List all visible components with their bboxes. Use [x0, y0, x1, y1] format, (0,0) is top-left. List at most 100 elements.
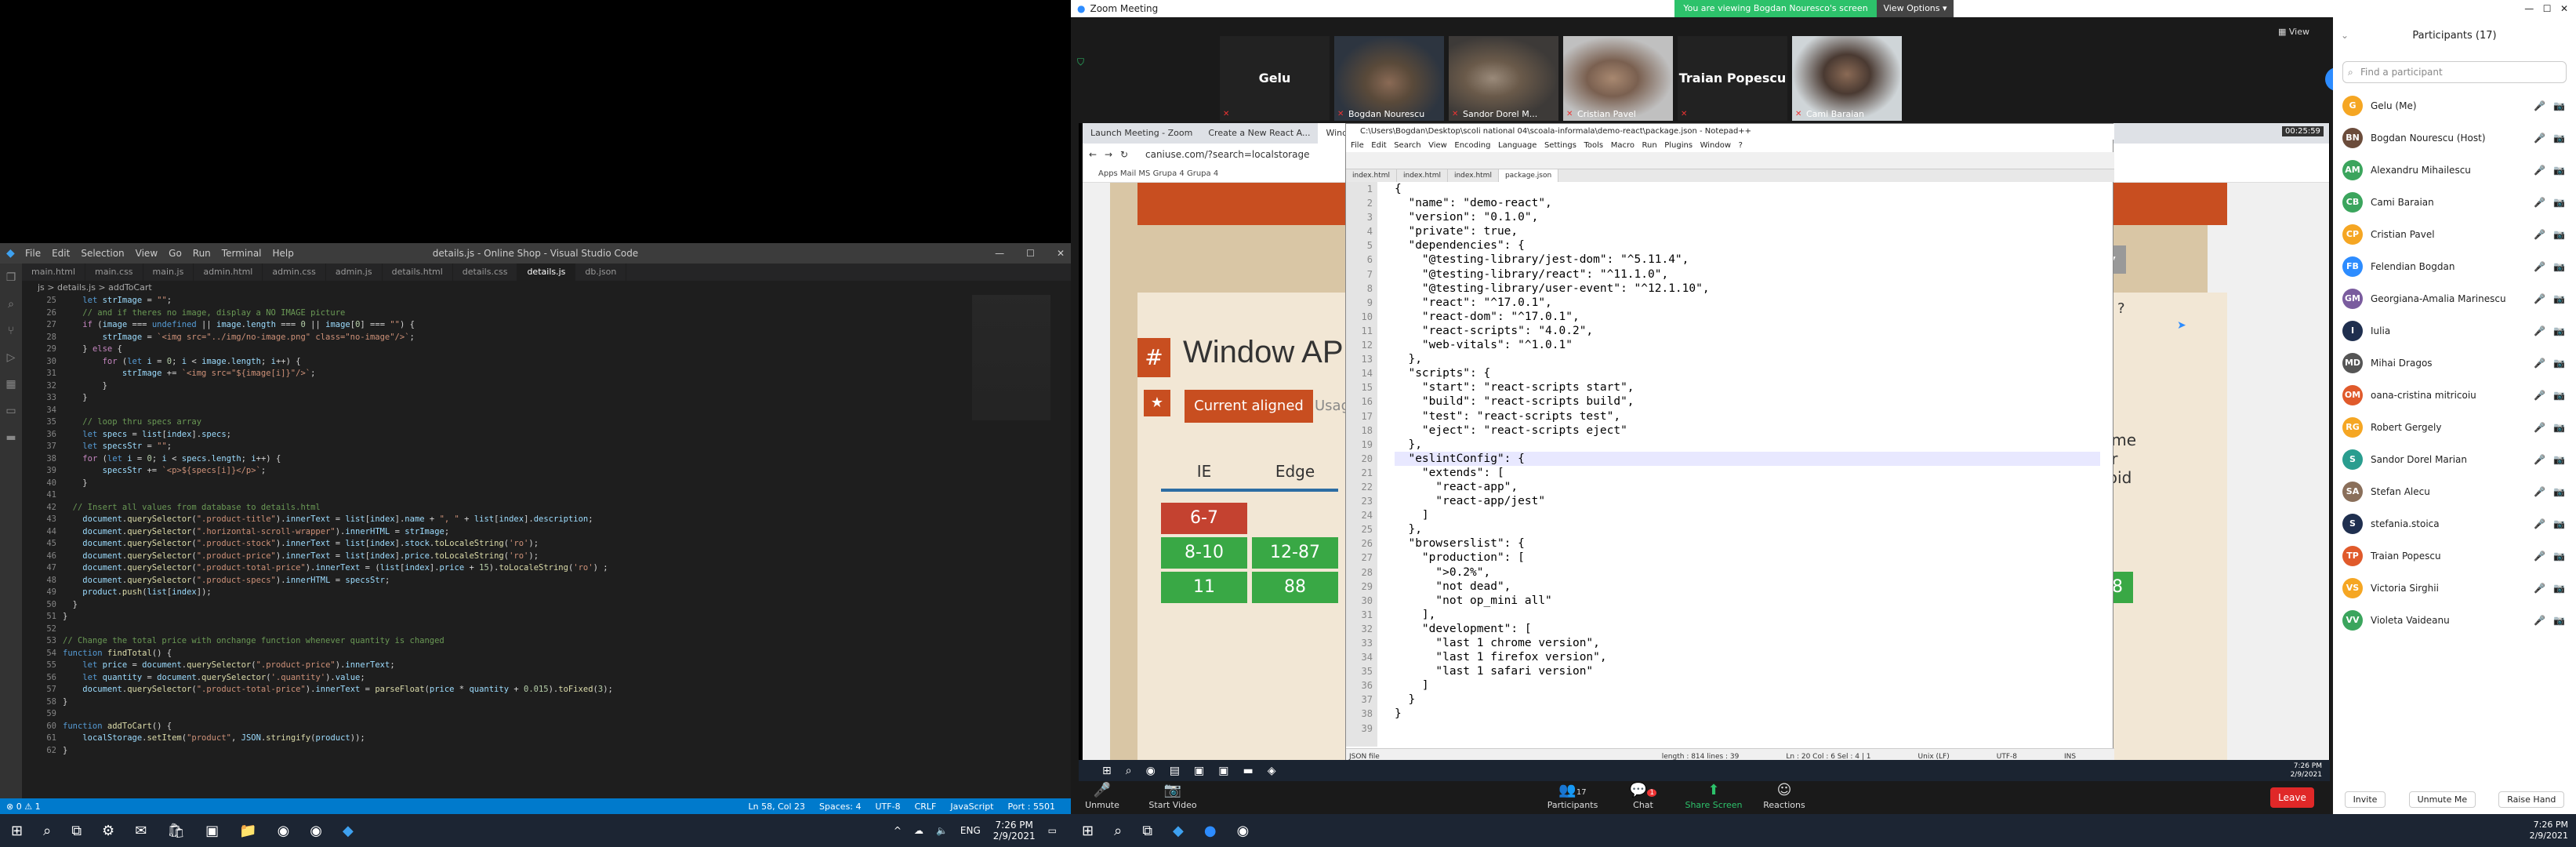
- cursor-position[interactable]: Ln 58, Col 23: [748, 802, 805, 812]
- thumbnail-gelu[interactable]: Gelu ✕: [1220, 36, 1330, 121]
- menu-go[interactable]: Go: [169, 248, 182, 259]
- chrome-icon-2[interactable]: ◉: [310, 823, 322, 839]
- menu-run[interactable]: Run: [1642, 141, 1657, 150]
- menu-file[interactable]: File: [25, 248, 41, 259]
- raise-hand-button[interactable]: Raise Hand: [2498, 791, 2565, 808]
- menu-help[interactable]: ?: [1739, 141, 1743, 150]
- participant-row[interactable]: BN Bogdan Nourescu (Host) 🎤 📷: [2333, 122, 2576, 154]
- explorer-icon[interactable]: ❐: [6, 271, 16, 284]
- menu-terminal[interactable]: Terminal: [222, 248, 262, 259]
- extensions-icon[interactable]: ▦: [5, 378, 16, 391]
- clock-date[interactable]: 2/9/2021: [993, 831, 1036, 842]
- participants-button[interactable]: 👥17 Participants: [1541, 781, 1604, 810]
- problems-status[interactable]: ⊗ 0 ⚠ 1: [6, 802, 41, 812]
- nav-forward-icon[interactable]: →: [1105, 144, 1112, 165]
- menu-view[interactable]: View: [1428, 141, 1447, 150]
- share-screen-button[interactable]: ⬆ Share Screen: [1682, 781, 1745, 810]
- file-tab[interactable]: index.html: [1448, 169, 1499, 182]
- start-video-button[interactable]: 📷 Start Video: [1141, 781, 1204, 810]
- support-cell-ie[interactable]: 11: [1161, 572, 1247, 603]
- thumbnail-cami[interactable]: ✕ Cami Baraian: [1792, 36, 1902, 121]
- tab-details-html[interactable]: details.html: [383, 264, 453, 281]
- thumbnail-bogdan[interactable]: ✕ Bogdan Nourescu: [1334, 36, 1444, 121]
- menu-edit[interactable]: Edit: [1371, 141, 1386, 150]
- reload-icon[interactable]: ↻: [1120, 144, 1128, 165]
- menu-search[interactable]: Search: [1394, 141, 1420, 150]
- chrome-tab[interactable]: Create a New React A...: [1200, 123, 1318, 144]
- participant-row[interactable]: CP Cristian Pavel 🎤 📷: [2333, 218, 2576, 250]
- indentation-status[interactable]: Spaces: 4: [819, 802, 861, 812]
- participant-row[interactable]: AM Alexandru Mihailescu 🎤 📷: [2333, 154, 2576, 186]
- view-button[interactable]: ▦ View: [2278, 27, 2309, 37]
- folder-icon[interactable]: ▬: [5, 431, 16, 444]
- menu-file[interactable]: File: [1351, 141, 1364, 150]
- tab-admin-js[interactable]: admin.js: [326, 264, 383, 281]
- source-control-icon[interactable]: ⑂: [8, 325, 14, 337]
- leave-button[interactable]: Leave: [2270, 787, 2314, 808]
- tab-main-css[interactable]: main.css: [85, 264, 143, 281]
- chrome-tab[interactable]: Launch Meeting - Zoom: [1083, 123, 1200, 144]
- minimize-icon[interactable]: —: [995, 248, 1004, 259]
- taskbar-search-icon[interactable]: ⌕: [43, 823, 51, 839]
- menu-help[interactable]: Help: [273, 248, 294, 259]
- right-clock-time[interactable]: 7:26 PM: [2530, 820, 2568, 831]
- remote-icon[interactable]: ▭: [5, 405, 16, 417]
- unmute-me-button[interactable]: Unmute Me: [2408, 791, 2476, 808]
- participant-row[interactable]: VV Violeta Vaideanu 🎤 📷: [2333, 604, 2576, 636]
- right-clock-date[interactable]: 2/9/2021: [2530, 831, 2568, 842]
- menu-view[interactable]: View: [136, 248, 158, 259]
- eol-status[interactable]: CRLF: [915, 802, 937, 812]
- reactions-button[interactable]: ☺ Reactions: [1753, 781, 1816, 810]
- vscode-icon[interactable]: ◆: [343, 823, 354, 839]
- clock-time[interactable]: 7:26 PM: [993, 820, 1036, 831]
- minimap[interactable]: [972, 295, 1050, 420]
- menu-encoding[interactable]: Encoding: [1454, 141, 1490, 150]
- keyboard-lang[interactable]: ENG: [960, 825, 981, 836]
- zoom-taskbar-icon[interactable]: ●: [1204, 823, 1217, 839]
- office-icon[interactable]: ▣: [205, 823, 219, 839]
- menu-selection[interactable]: Selection: [81, 248, 124, 259]
- menu-settings[interactable]: Settings: [1544, 141, 1576, 150]
- chat-button[interactable]: 💬 1 Chat: [1612, 781, 1674, 810]
- file-tab[interactable]: index.html: [1397, 169, 1448, 182]
- menu-run[interactable]: Run: [193, 248, 211, 259]
- menu-edit[interactable]: Edit: [52, 248, 70, 259]
- support-cell-ie[interactable]: 6-7: [1161, 503, 1247, 534]
- tab-admin-css[interactable]: admin.css: [263, 264, 326, 281]
- run-debug-icon[interactable]: ▷: [7, 351, 16, 364]
- cloud-icon[interactable]: ☁: [914, 825, 923, 836]
- thumbnail-cristian[interactable]: ✕ Cristian Pavel: [1563, 36, 1673, 121]
- tray-up-icon[interactable]: ^: [894, 825, 902, 836]
- participant-row[interactable]: GM Georgiana-Amalia Marinescu 🎤 📷: [2333, 282, 2576, 314]
- support-cell-edge[interactable]: 12-87: [1252, 537, 1338, 569]
- encoding-status[interactable]: UTF-8: [876, 802, 901, 812]
- help-question[interactable]: ?: [2117, 300, 2125, 317]
- store-icon[interactable]: 🛍: [167, 823, 185, 839]
- participant-row[interactable]: VS Victoria Sirghii 🎤 📷: [2333, 572, 2576, 604]
- tab-details-js[interactable]: details.js: [517, 264, 576, 281]
- participant-row[interactable]: OM oana-cristina mitricoiu 🎤 📷: [2333, 379, 2576, 411]
- menu-plugins[interactable]: Plugins: [1664, 141, 1693, 150]
- tab-db-json[interactable]: db.json: [575, 264, 627, 281]
- search-icon[interactable]: ⌕: [8, 298, 14, 311]
- participant-row[interactable]: CB Cami Baraian 🎤 📷: [2333, 186, 2576, 218]
- tab-main-html[interactable]: main.html: [22, 264, 86, 281]
- tab-main-js[interactable]: main.js: [143, 264, 194, 281]
- menu-window[interactable]: Window: [1700, 141, 1731, 150]
- windows-start-icon[interactable]: ⊞: [11, 823, 23, 839]
- participant-row[interactable]: RG Robert Gergely 🎤 📷: [2333, 411, 2576, 443]
- explorer-icon[interactable]: 📁: [239, 823, 256, 839]
- close-icon[interactable]: ✕: [1057, 248, 1065, 259]
- file-tab[interactable]: index.html: [1346, 169, 1397, 182]
- settings-icon[interactable]: ⚙: [102, 823, 114, 839]
- participant-row[interactable]: S Sandor Dorel Marian 🎤 📷: [2333, 443, 2576, 475]
- support-cell-ie[interactable]: 8-10: [1161, 537, 1247, 569]
- menu-tools[interactable]: Tools: [1584, 141, 1604, 150]
- tab-admin-html[interactable]: admin.html: [194, 264, 263, 281]
- participant-row[interactable]: I Iulia 🎤 📷: [2333, 314, 2576, 347]
- tab-current-aligned[interactable]: Current aligned: [1185, 390, 1313, 423]
- chrome-icon[interactable]: ◉: [278, 823, 290, 839]
- file-tab-package-json[interactable]: package.json: [1498, 169, 1559, 182]
- taskbar-search-icon[interactable]: ⌕: [1114, 823, 1122, 839]
- notifications-icon[interactable]: ▭: [1048, 825, 1057, 836]
